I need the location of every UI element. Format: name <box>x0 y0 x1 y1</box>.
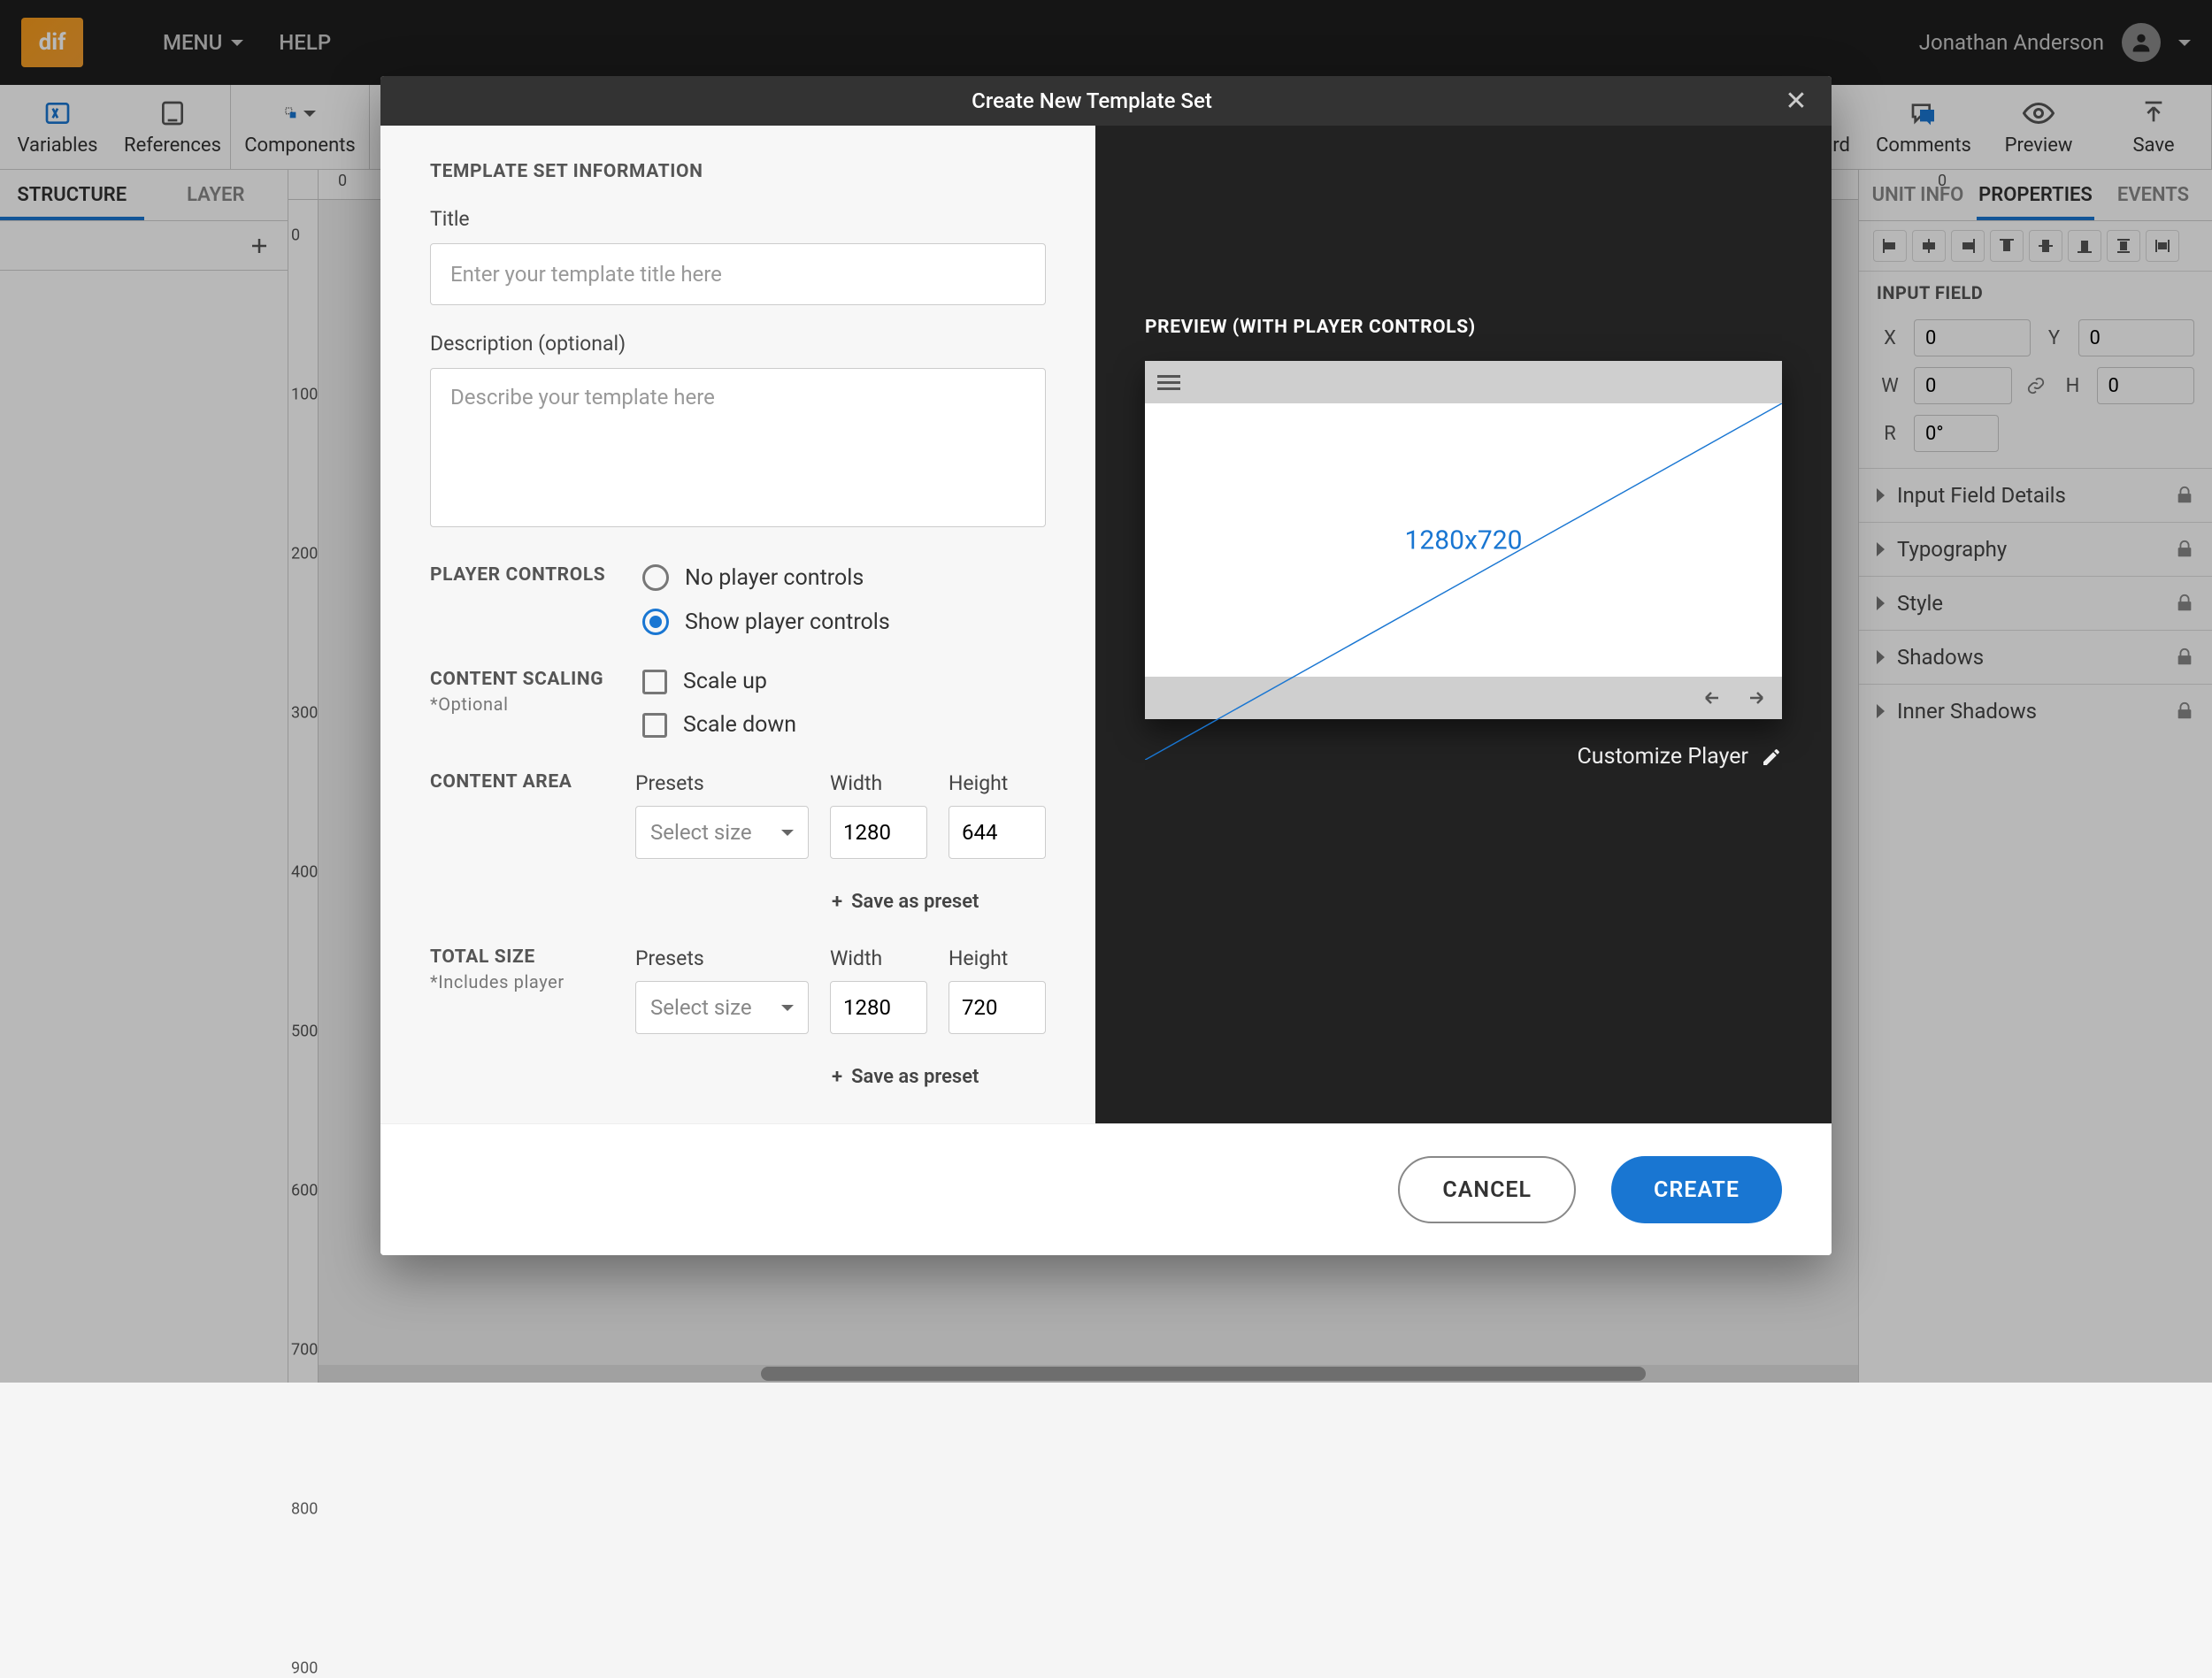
check-scale-up[interactable]: Scale up <box>642 669 1046 694</box>
desc-input[interactable] <box>430 368 1046 527</box>
caret-down-icon <box>781 1005 794 1011</box>
player-controls-label: PLAYER CONTROLS <box>430 564 607 635</box>
radio-checked-icon <box>642 609 669 635</box>
presets-label: Presets <box>635 771 809 795</box>
modal-header: Create New Template Set ✕ <box>380 76 1832 126</box>
plus-icon: + <box>832 1066 842 1088</box>
preview-dimensions: 1280x720 <box>1405 525 1523 556</box>
save-total-preset[interactable]: + Save as preset <box>832 1066 1046 1088</box>
total-height-input[interactable] <box>949 981 1046 1034</box>
check-scale-down[interactable]: Scale down <box>642 712 1046 738</box>
modal-form: TEMPLATE SET INFORMATION Title Descripti… <box>380 126 1095 1123</box>
content-height-input[interactable] <box>949 806 1046 859</box>
modal-overlay: Create New Template Set ✕ TEMPLATE SET I… <box>0 0 2212 1383</box>
close-button[interactable]: ✕ <box>1782 87 1810 115</box>
plus-icon: + <box>832 891 842 913</box>
diagonal-line <box>1145 403 1782 760</box>
total-width-input[interactable] <box>830 981 927 1034</box>
hamburger-icon[interactable] <box>1157 375 1180 390</box>
content-scaling-label: CONTENT SCALING *Optional <box>430 669 607 738</box>
height-label: Height <box>949 771 1046 795</box>
radio-icon <box>642 564 669 591</box>
caret-down-icon <box>781 830 794 836</box>
player-topbar <box>1145 361 1782 403</box>
checkbox-icon <box>642 713 667 738</box>
title-input[interactable] <box>430 243 1046 305</box>
content-preset-select[interactable]: Select size <box>635 806 809 859</box>
total-size-label: TOTAL SIZE *Includes player <box>430 946 600 1088</box>
content-area-label: CONTENT AREA <box>430 771 600 913</box>
section-info-title: TEMPLATE SET INFORMATION <box>430 161 1046 182</box>
save-content-preset[interactable]: + Save as preset <box>832 891 1046 913</box>
create-button[interactable]: CREATE <box>1611 1156 1782 1223</box>
modal-preview: PREVIEW (WITH PLAYER CONTROLS) 1280x720 <box>1095 126 1832 1123</box>
radio-show-controls[interactable]: Show player controls <box>642 609 1046 635</box>
height-label: Height <box>949 946 1046 970</box>
player-content: 1280x720 <box>1145 403 1782 677</box>
title-label: Title <box>430 207 1046 231</box>
modal-footer: CANCEL CREATE <box>380 1123 1832 1255</box>
radio-no-controls[interactable]: No player controls <box>642 564 1046 591</box>
preview-title: PREVIEW (WITH PLAYER CONTROLS) <box>1145 317 1782 338</box>
player-preview: 1280x720 <box>1145 361 1782 719</box>
create-template-modal: Create New Template Set ✕ TEMPLATE SET I… <box>380 76 1832 1255</box>
checkbox-icon <box>642 670 667 694</box>
modal-title: Create New Template Set <box>402 88 1782 113</box>
width-label: Width <box>830 946 927 970</box>
desc-label: Description (optional) <box>430 332 1046 356</box>
cancel-button[interactable]: CANCEL <box>1398 1156 1576 1223</box>
presets-label: Presets <box>635 946 809 970</box>
total-preset-select[interactable]: Select size <box>635 981 809 1034</box>
width-label: Width <box>830 771 927 795</box>
content-width-input[interactable] <box>830 806 927 859</box>
